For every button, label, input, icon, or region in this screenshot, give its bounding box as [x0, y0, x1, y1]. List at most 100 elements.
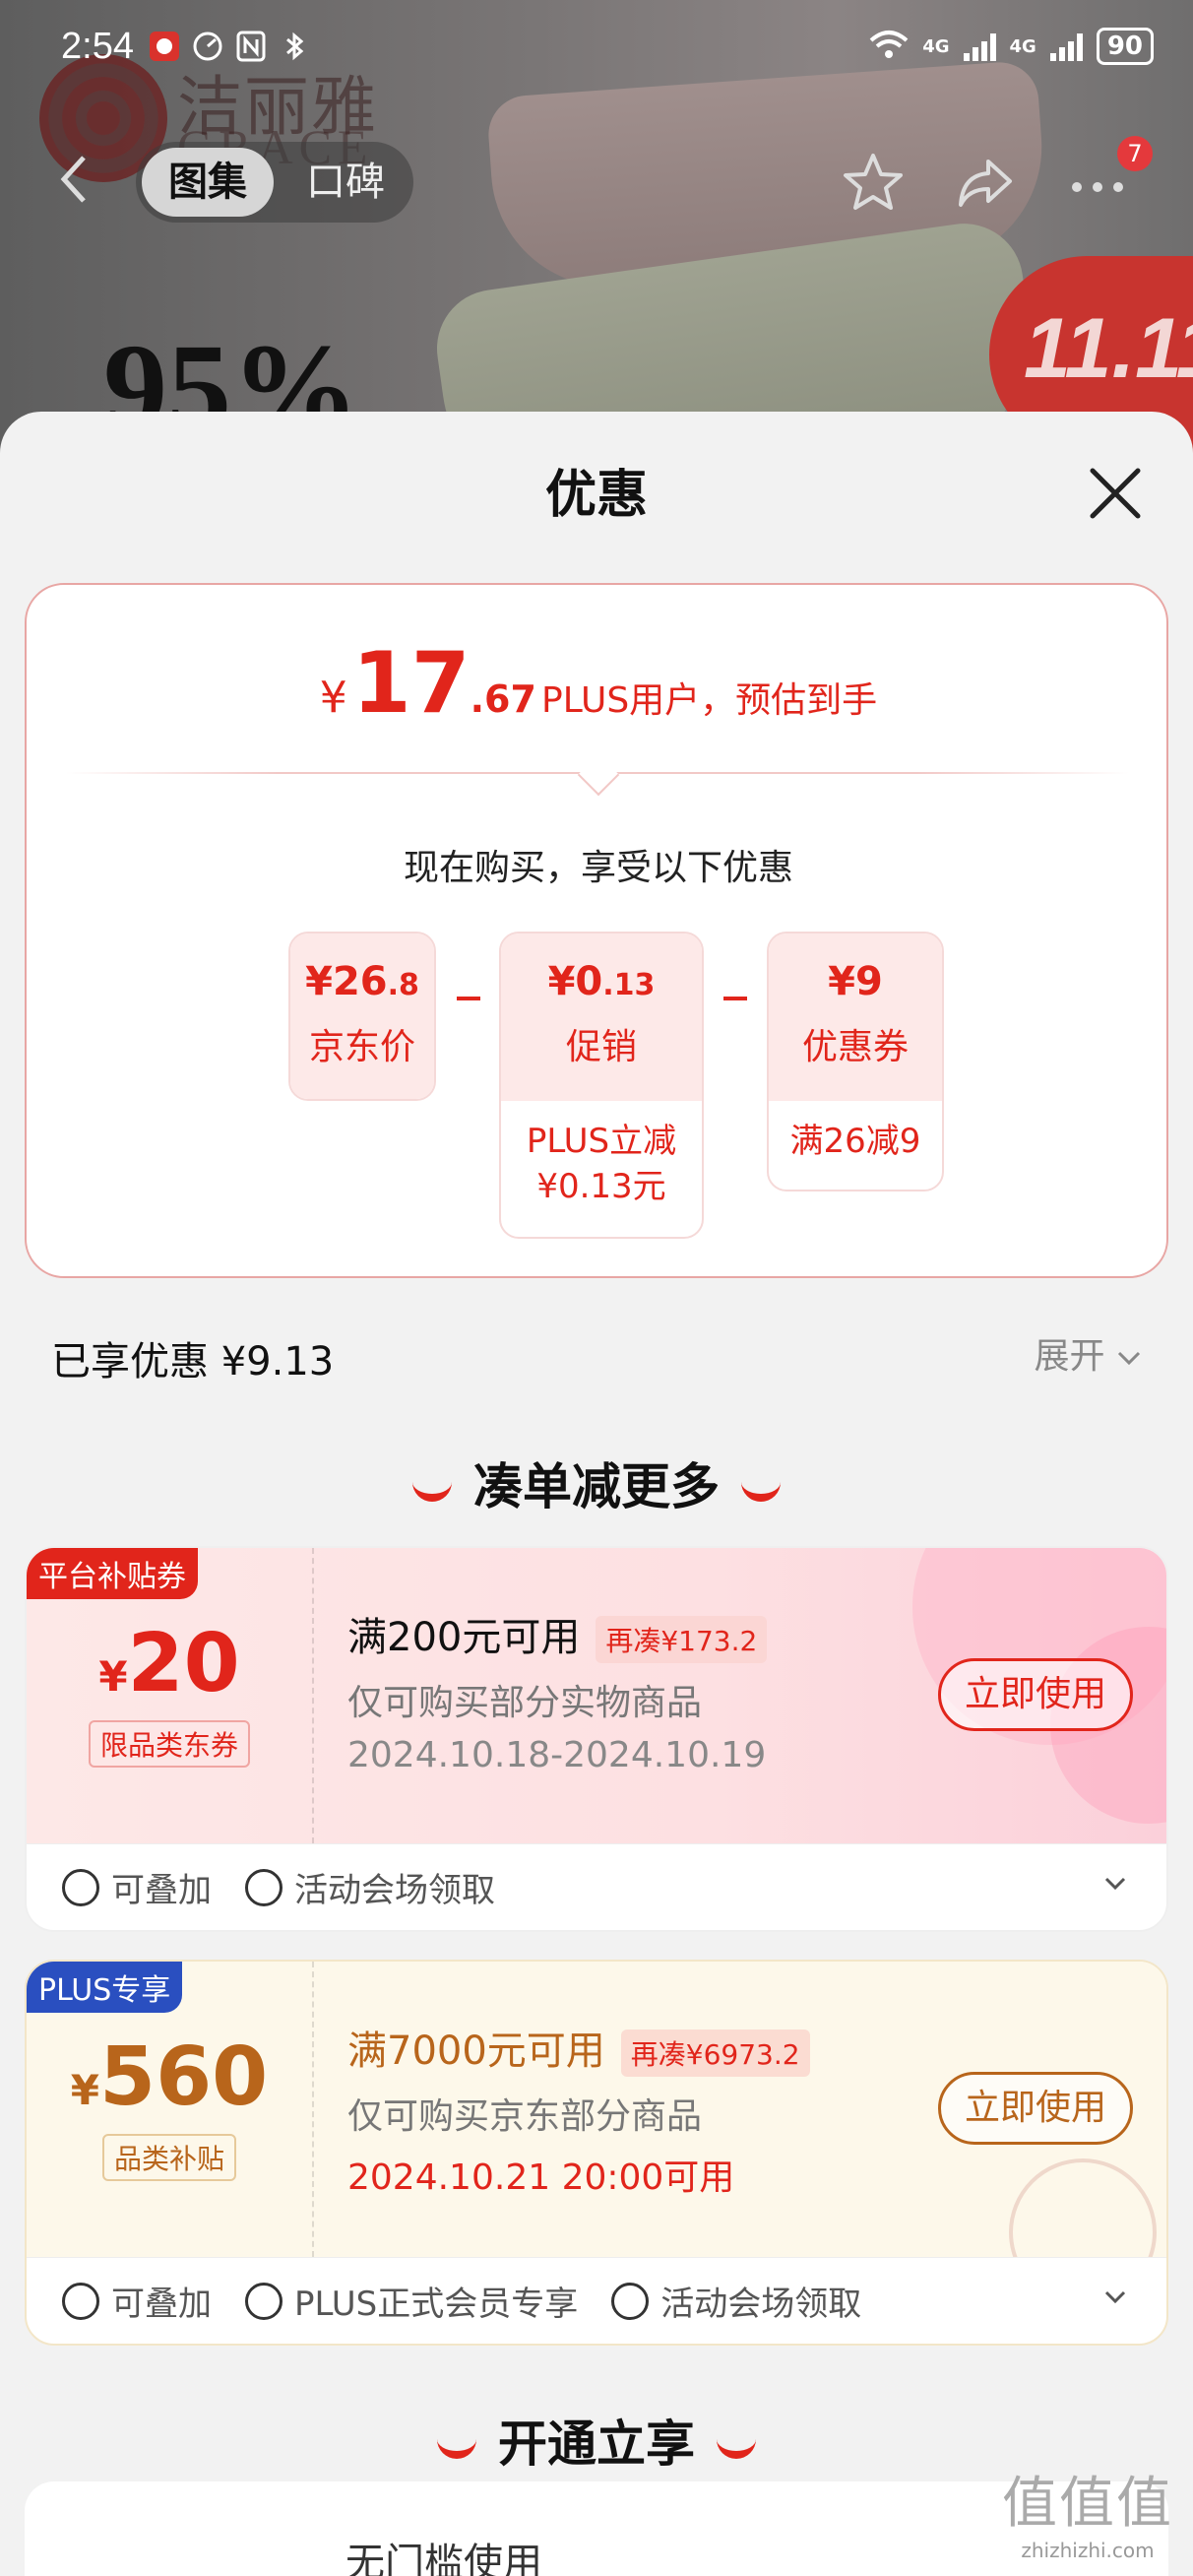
crown-icon	[245, 2282, 283, 2320]
coupon-description: 仅可购买京东部分商品	[347, 2096, 703, 2137]
minus-sign	[723, 997, 747, 1000]
expand-label: 展开	[1034, 1336, 1105, 1377]
signal-icon	[963, 32, 996, 61]
coupon-card[interactable]: PLUS专享 ¥560 品类补贴 满7000元可用 再凑¥6973.2 仅可购买京…	[25, 1960, 1168, 2346]
coupon-remaining-chip: 再凑¥173.2	[596, 1616, 768, 1663]
coupon-condition: 满200元可用 再凑¥173.2	[347, 1605, 768, 1663]
smile-decor-icon	[412, 1480, 452, 1502]
signal-icon-2	[1049, 32, 1083, 61]
tab-reviews[interactable]: 口碑	[283, 148, 408, 217]
price-box-currency: ¥	[305, 959, 333, 1004]
chevron-down-icon[interactable]	[1103, 1872, 1127, 1896]
price-box-label: 京东价	[308, 1027, 415, 1067]
coupon-currency: ¥	[70, 2066, 100, 2114]
price-box-coupon[interactable]: ¥9 优惠券 满26减9	[767, 932, 944, 1191]
status-bar: 2:54 4G 4G 90	[0, 22, 1193, 77]
watermark: 值值值 zhizhizhi.com	[1002, 2459, 1173, 2562]
coupon-condition-text: 无门槛使用	[345, 2541, 542, 2576]
coupon-remaining-chip: 再凑¥6973.2	[620, 2029, 810, 2077]
smile-decor-icon	[717, 2437, 756, 2459]
coupon-footer-item: 可叠加	[111, 2285, 212, 2324]
coupon-condition-text: 满26减9	[789, 1122, 921, 1161]
coupon-value-area: ¥560 品类补贴	[27, 1962, 312, 2257]
coupon-type-tag: 品类补贴	[101, 2134, 236, 2181]
star-favorite-icon[interactable]	[839, 148, 908, 217]
price-box-amount: 0	[575, 959, 603, 1004]
product-nav-bar: 图集 口碑	[0, 138, 1193, 226]
section-title: 开通立享	[498, 2415, 695, 2473]
section-heading-more: 凑单减更多	[0, 1448, 1193, 1518]
estimated-price-decimal: .67	[470, 677, 536, 721]
expand-button[interactable]: 展开	[1035, 1327, 1142, 1379]
app-notification-icon	[148, 30, 181, 63]
use-now-button[interactable]: 立即使用	[938, 2072, 1133, 2145]
coupon-currency: ¥	[98, 1652, 128, 1701]
back-arrow-icon[interactable]	[54, 150, 94, 209]
status-time: 2:54	[61, 26, 134, 67]
ticket-icon	[611, 2282, 650, 2320]
wifi-icon	[869, 29, 909, 64]
tab-gallery[interactable]: 图集	[142, 148, 274, 217]
coupon-description: 仅可购买部分实物商品	[347, 1683, 703, 1723]
plus-discount-amount: ¥0.13元	[536, 1167, 666, 1206]
coupon-date: 2024.10.21 20:00可用	[347, 2157, 735, 2198]
share-arrow-icon[interactable]	[951, 148, 1020, 217]
coupon-footer: 可叠加 PLUS正式会员专享 活动会场领取	[27, 2257, 1166, 2344]
price-box-currency: ¥	[828, 959, 855, 1004]
coupon-date: 2024.10.18-2024.10.19	[347, 1735, 767, 1775]
coupon-condition-text: 满200元可用	[347, 1615, 581, 1660]
coupon-footer-item: 可叠加	[111, 1871, 212, 1910]
coupon-footer-item: PLUS正式会员专享	[294, 2285, 579, 2324]
double11-badge-text: 11.11	[1024, 301, 1193, 396]
price-summary-card: ¥ 17.67 PLUS用户，预估到手 现在购买，享受以下优惠 ¥26.8 京东…	[25, 583, 1168, 1278]
battery-indicator: 90	[1096, 28, 1154, 65]
smile-decor-icon	[437, 2437, 476, 2459]
coupon-divider	[312, 1548, 314, 1843]
ticket-icon	[245, 1868, 283, 1906]
price-box-currency: ¥	[547, 959, 576, 1004]
coupon-card[interactable]: 平台补贴券 ¥20 限品类东券 满200元可用 再凑¥173.2 仅可购买部分实物…	[25, 1546, 1168, 1932]
chevron-down-icon[interactable]	[1103, 2286, 1127, 2309]
coupon-footer-item: 活动会场领取	[660, 2285, 862, 2324]
coupon-divider	[312, 1962, 314, 2257]
coupon-condition-text: 满7000元可用	[347, 2029, 605, 2074]
status-right-icons: 4G 4G 90	[869, 28, 1154, 65]
notification-count-badge: 7	[1117, 136, 1153, 171]
sheet-title: 优惠	[544, 466, 648, 525]
estimated-price-currency: ¥	[319, 673, 347, 723]
price-box-jd[interactable]: ¥26.8 京东价	[288, 932, 436, 1101]
coupon-card-partial[interactable]: 无门槛使用	[25, 2481, 1168, 2576]
media-tab-switch: 图集 口碑	[136, 142, 413, 223]
watermark-url: zhizhizhi.com	[1021, 2539, 1155, 2562]
plus-discount-text: PLUS立减	[526, 1122, 677, 1161]
speed-icon	[191, 30, 224, 63]
price-box-amount: 9	[855, 959, 883, 1004]
network-type: 4G	[922, 35, 950, 57]
estimated-price: ¥ 17.67 PLUS用户，预估到手	[27, 634, 1170, 733]
watermark-logo: 值值值	[1002, 2474, 1173, 2535]
minus-sign	[457, 997, 480, 1000]
close-icon[interactable]	[1083, 461, 1148, 526]
coupon-footer-item: 活动会场领取	[294, 1871, 495, 1910]
saved-amount: 已享优惠 ¥9.13	[51, 1339, 335, 1385]
network-type-2: 4G	[1009, 35, 1036, 57]
stack-icon	[62, 2282, 99, 2320]
section-title: 凑单减更多	[473, 1458, 720, 1515]
coupon-value-area: ¥20 限品类东券	[27, 1548, 312, 1843]
use-now-button[interactable]: 立即使用	[938, 1658, 1133, 1731]
coupon-footer: 可叠加 活动会场领取	[27, 1843, 1166, 1930]
price-box-label: 促销	[565, 1027, 637, 1067]
nfc-icon	[234, 30, 268, 63]
chevron-down-icon	[1117, 1351, 1141, 1366]
price-box-amount-small: .8	[387, 968, 419, 1002]
discount-sheet: 优惠 ¥ 17.67 PLUS用户，预估到手 现在购买，享受以下优惠 ¥26.8…	[0, 412, 1193, 2576]
price-box-amount: 26	[332, 959, 388, 1004]
coupon-amount: 20	[127, 1617, 240, 1710]
coupon-condition: 满7000元可用 再凑¥6973.2	[347, 2019, 810, 2077]
smile-decor-icon	[741, 1480, 781, 1502]
estimated-price-label: PLUS用户，预估到手	[541, 680, 878, 721]
divider-notch	[577, 753, 620, 797]
coupon-type-tag: 限品类东券	[88, 1720, 250, 1768]
price-box-promo[interactable]: ¥0.13 促销 PLUS立减 ¥0.13元	[499, 932, 704, 1239]
price-box-label: 优惠券	[801, 1027, 909, 1067]
